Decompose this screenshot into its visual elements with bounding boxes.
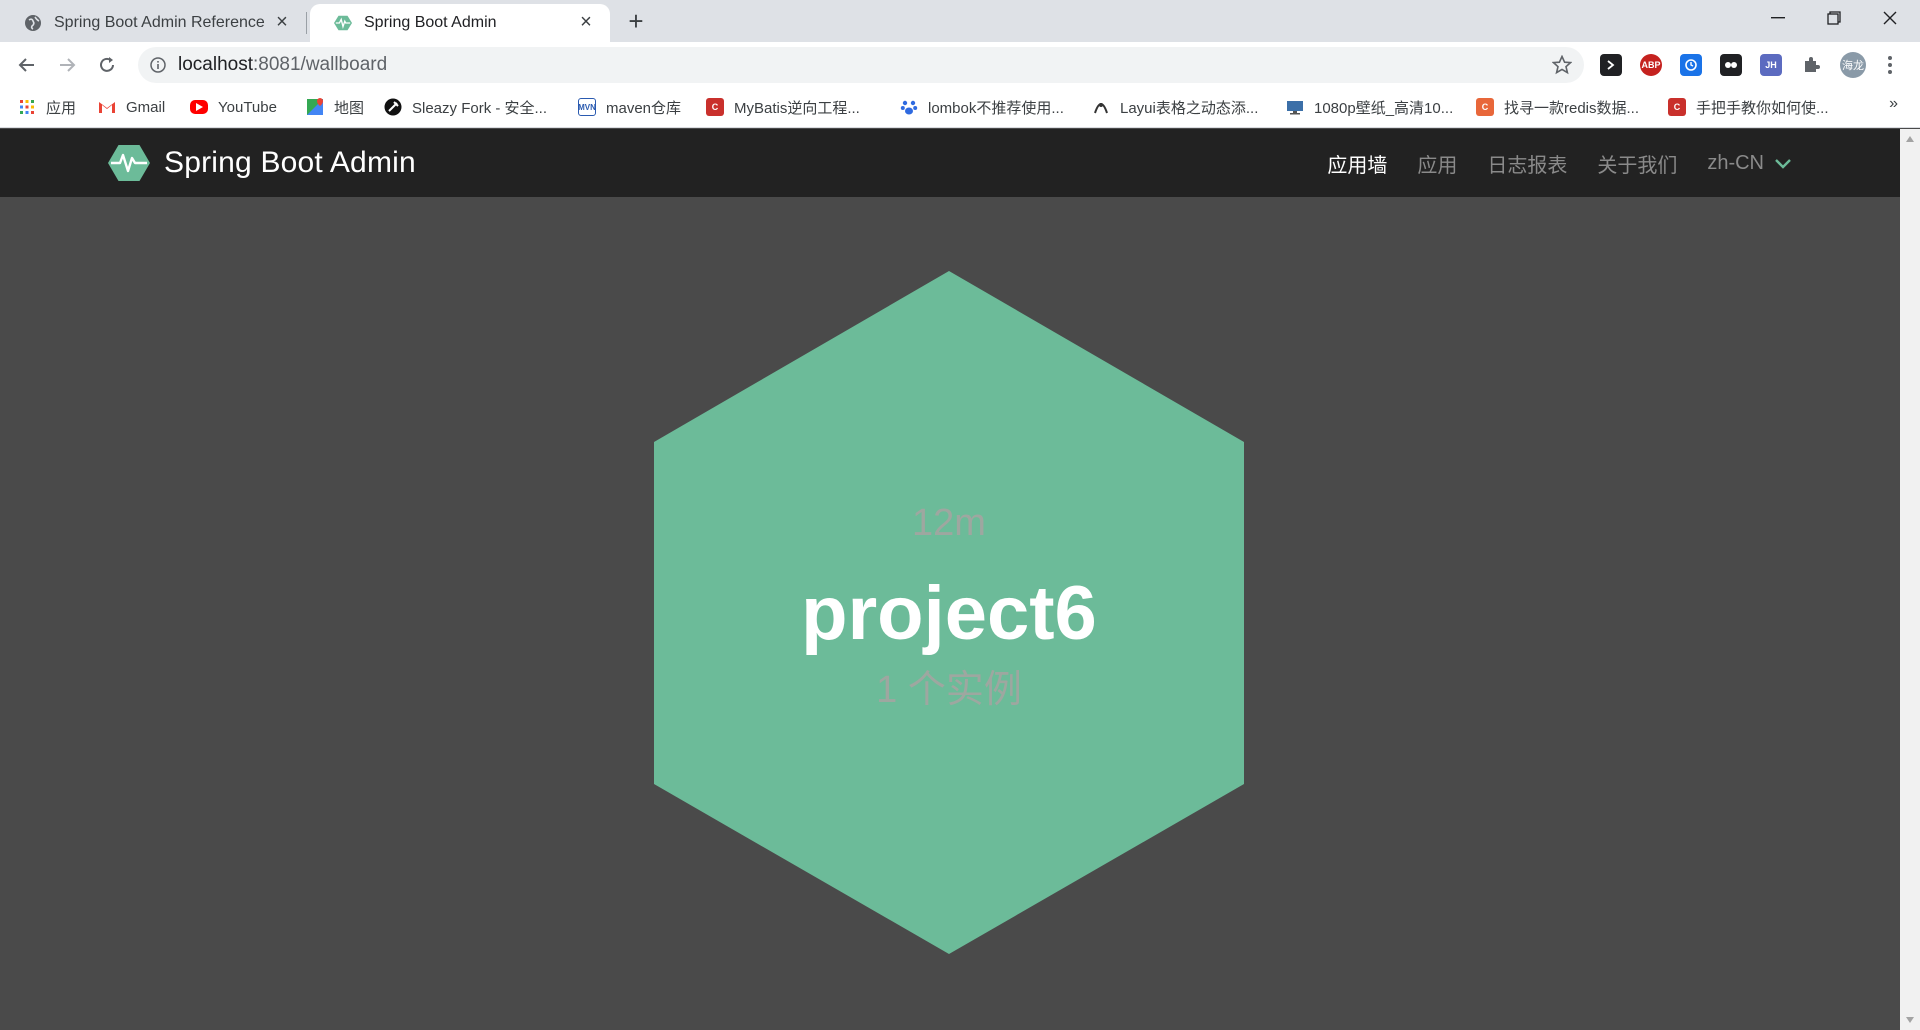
nav-wallboard[interactable]: 应用墙 [1327,149,1387,178]
bookmark-wallpaper[interactable]: 1080p壁纸_高清10... [1286,96,1453,118]
back-icon[interactable] [12,50,42,80]
history-extension-icon[interactable] [1680,54,1702,76]
reload-icon[interactable] [92,50,122,80]
nav-menu: 应用墙 应用 日志报表 关于我们 zh-CN [1297,129,1792,197]
language-label: zh-CN [1707,151,1764,174]
app-uptime: 12m [912,502,986,544]
bookmark-youtube[interactable]: YouTube [190,96,277,118]
tab-separator [306,12,307,34]
csdn-icon: C [706,98,724,116]
bookmark-mybatis[interactable]: C MyBatis逆向工程... [706,96,860,118]
layui-icon [1092,98,1110,116]
bookmark-label: 地图 [334,99,365,117]
baidu-paw-icon [900,98,918,116]
sleazyfork-icon [384,98,402,116]
bookmark-tutorial[interactable]: C 手把手教你如何使... [1668,96,1829,118]
bookmark-label: Gmail [126,98,166,116]
browser-toolbar: localhost:8081/wallboard ABP JH 海龙 [0,42,1920,86]
maps-icon [306,98,324,116]
youtube-icon [190,100,208,114]
bookmark-label: 找寻一款redis数据... [1504,99,1640,117]
application-hexagon[interactable]: 12m project6 1 个实例 [652,270,1246,955]
bookmark-label: 1080p壁纸_高清10... [1314,99,1454,117]
tab-title: Spring Boot Admin [364,14,497,31]
info-icon[interactable] [150,57,166,73]
tab-title: Spring Boot Admin Reference [54,14,265,31]
spring-boot-admin-logo-icon [334,15,352,31]
adblock-extension-icon[interactable]: ABP [1640,54,1662,76]
more-bookmarks-icon[interactable]: » [1889,95,1898,113]
bookmark-label: 应用 [46,99,77,117]
extensions-puzzle-icon[interactable] [1800,54,1822,76]
gmail-icon [98,98,116,116]
tab-reference[interactable]: Spring Boot Admin Reference × [0,4,306,42]
bookmark-label: 手把手教你如何使... [1696,99,1829,117]
bookmark-label: maven仓库 [606,99,682,117]
bookmark-star-icon[interactable] [1552,55,1572,75]
app-name: project6 [801,571,1097,656]
spring-boot-admin-logo-icon [108,145,150,181]
profile-avatar[interactable]: 海龙 [1840,52,1866,78]
app-navbar: Spring Boot Admin 应用墙 应用 日志报表 关于我们 zh-CN [0,129,1900,197]
monitor-icon [1286,98,1304,116]
bookmark-redis[interactable]: C 找寻一款redis数据... [1476,96,1639,118]
browser-tab-strip: Spring Boot Admin Reference × Spring Boo… [0,0,1920,42]
csdn-icon: C [1668,98,1686,116]
language-dropdown[interactable]: zh-CN [1707,152,1792,175]
bookmarks-bar: 应用 Gmail YouTube 地图 Sleazy Fork - 安全... … [0,86,1920,128]
globe-icon [25,15,41,31]
mvn-icon: MVN [578,98,596,116]
jsonhandle-extension-icon[interactable]: JH [1760,54,1782,76]
new-tab-icon[interactable]: + [620,8,652,35]
bookmark-label: Layui表格之动态添... [1120,99,1259,117]
bookmark-apps[interactable]: 应用 [18,96,76,118]
window-close-icon[interactable] [1862,0,1918,36]
forward-icon[interactable] [52,50,82,80]
brand-link[interactable]: Spring Boot Admin [108,144,416,182]
page-scrollbar[interactable] [1900,129,1920,1030]
apps-grid-icon [18,98,36,116]
minimize-icon[interactable] [1750,0,1806,36]
scroll-down-icon[interactable] [1905,1016,1915,1024]
tab-spring-boot-admin[interactable]: Spring Boot Admin × [310,4,610,42]
profile-label: 海龙 [1842,60,1864,72]
bookmark-label: MyBatis逆向工程... [734,99,860,117]
chevron-down-icon [1775,159,1791,169]
brand-name: Spring Boot Admin [164,146,416,179]
close-icon[interactable]: × [272,12,292,33]
bookmark-lombok[interactable]: lombok不推荐使用... [900,96,1064,118]
tampermonkey-extension-icon[interactable] [1720,54,1742,76]
jh-label: JH [1765,60,1777,70]
restore-icon[interactable] [1806,0,1862,36]
nav-journal[interactable]: 日志报表 [1487,149,1567,178]
address-bar[interactable]: localhost:8081/wallboard [138,47,1584,83]
csdn-icon: C [1476,98,1494,116]
bookmark-label: Sleazy Fork - 安全... [412,99,548,117]
adblock-label: ABP [1641,60,1661,70]
app-instance-count: 1 个实例 [876,669,1022,711]
close-icon[interactable]: × [576,12,596,33]
bookmark-maps[interactable]: 地图 [306,96,364,118]
url-path: :8081/wallboard [253,54,388,75]
bookmark-sleazyfork[interactable]: Sleazy Fork - 安全... [384,96,547,118]
bookmark-maven[interactable]: MVN maven仓库 [578,96,681,118]
nav-applications[interactable]: 应用 [1417,149,1457,178]
bookmark-layui[interactable]: Layui表格之动态添... [1092,96,1258,118]
bookmark-gmail[interactable]: Gmail [98,96,165,118]
url-text: localhost:8081/wallboard [178,54,387,76]
url-host: localhost [178,54,253,75]
terminal-extension-icon[interactable] [1600,54,1622,76]
browser-menu-icon[interactable] [1882,54,1898,76]
bookmark-label: YouTube [218,98,277,116]
bookmark-label: lombok不推荐使用... [928,99,1064,117]
nav-about[interactable]: 关于我们 [1597,149,1677,178]
scroll-up-icon[interactable] [1905,135,1915,143]
